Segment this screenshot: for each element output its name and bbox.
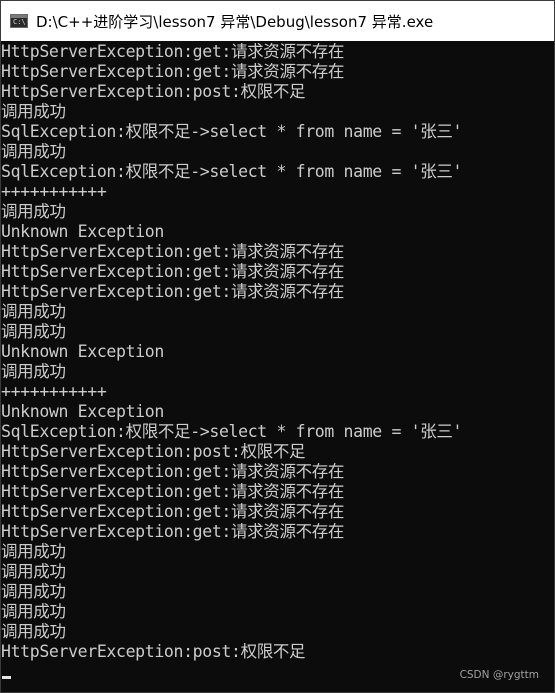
console-line: SqlException:权限不足->select * from name = …	[1, 422, 463, 441]
console-line: 调用成功	[1, 202, 66, 221]
console-line: 调用成功	[1, 102, 66, 121]
console-line: 调用成功	[1, 582, 66, 601]
console-line: HttpServerException:get:请求资源不存在	[1, 282, 345, 301]
console-line: SqlException:权限不足->select * from name = …	[1, 162, 463, 181]
console-window: C:\ D:\C++进阶学习\lesson7 异常\Debug\lesson7 …	[0, 0, 555, 693]
console-output[interactable]: HttpServerException:get:请求资源不存在 HttpServe…	[1, 42, 554, 692]
console-line: HttpServerException:post:权限不足	[1, 642, 306, 661]
console-line: Unknown Exception	[1, 222, 164, 241]
console-line: Unknown Exception	[1, 402, 164, 421]
console-line: HttpServerException:get:请求资源不存在	[1, 262, 345, 281]
console-line: 调用成功	[1, 362, 66, 381]
title-bar[interactable]: C:\ D:\C++进阶学习\lesson7 异常\Debug\lesson7 …	[1, 1, 554, 41]
text-cursor	[2, 676, 11, 679]
console-line: +++++++++++	[1, 382, 107, 401]
window-title: D:\C++进阶学习\lesson7 异常\Debug\lesson7 异常.e…	[36, 12, 434, 31]
console-line: Unknown Exception	[1, 342, 164, 361]
console-line: HttpServerException:get:请求资源不存在	[1, 522, 345, 541]
console-line: HttpServerException:post:权限不足	[1, 442, 306, 461]
console-line: 调用成功	[1, 542, 66, 561]
console-line: +++++++++++	[1, 182, 107, 201]
console-line: HttpServerException:get:请求资源不存在	[1, 462, 345, 481]
console-line: HttpServerException:get:请求资源不存在	[1, 42, 345, 61]
console-line: HttpServerException:get:请求资源不存在	[1, 502, 345, 521]
console-line: 调用成功	[1, 622, 66, 641]
console-line: HttpServerException:get:请求资源不存在	[1, 242, 345, 261]
console-line: 调用成功	[1, 302, 66, 321]
console-line: 调用成功	[1, 602, 66, 621]
console-app-icon-glyph: C:\	[13, 18, 26, 26]
console-line: 调用成功	[1, 142, 66, 161]
console-line: 调用成功	[1, 322, 66, 341]
console-line: HttpServerException:post:权限不足	[1, 82, 306, 101]
console-line: HttpServerException:get:请求资源不存在	[1, 482, 345, 501]
watermark: CSDN @rygttm	[459, 669, 539, 681]
console-line: HttpServerException:get:请求资源不存在	[1, 62, 345, 81]
console-app-icon[interactable]: C:\	[10, 14, 28, 28]
console-line: 调用成功	[1, 562, 66, 581]
console-line: SqlException:权限不足->select * from name = …	[1, 122, 463, 141]
